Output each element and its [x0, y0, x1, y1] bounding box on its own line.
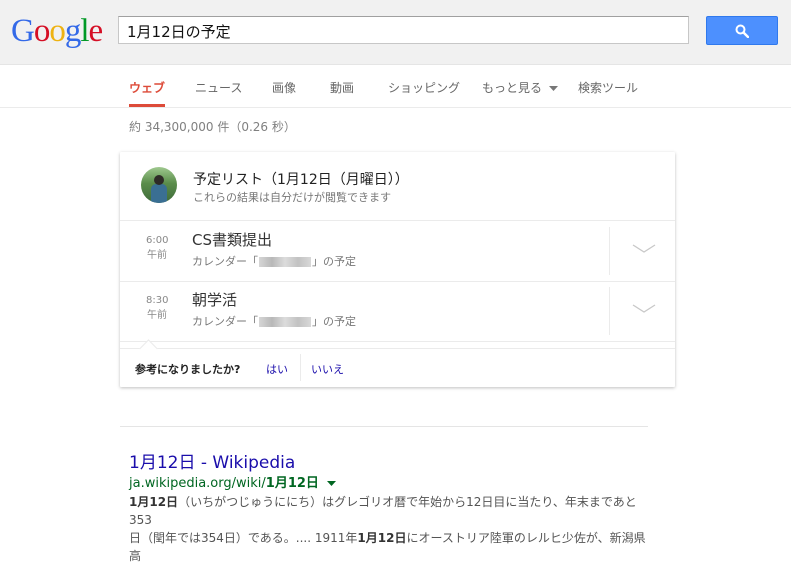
- avatar: [141, 167, 177, 203]
- logo-letter: e: [88, 13, 104, 49]
- redacted-calendar-name: [259, 317, 311, 327]
- tab-shopping[interactable]: ショッピング: [388, 79, 460, 107]
- logo-letter: o: [49, 13, 65, 49]
- result-url-bold: 1月12日: [265, 476, 319, 491]
- result-url-prefix: ja.wikipedia.org/wiki/: [129, 476, 266, 491]
- feedback-notch: [139, 339, 158, 358]
- snippet-line: 日（閏年では354日）である。.... 1911年1月12日にオーストリア陸軍の…: [129, 529, 649, 565]
- result-stats: 約 34,300,000 件（0.26 秒）: [129, 120, 296, 134]
- event-time-value: 6:00: [146, 235, 169, 246]
- event-title[interactable]: 朝学活: [192, 289, 237, 310]
- caret-down-icon: [548, 85, 558, 91]
- top-bar: Google 1月12日の予定: [0, 0, 791, 65]
- feedback-divider: [300, 354, 301, 381]
- event-time-value: 8:30: [146, 295, 169, 306]
- logo-letter: o: [33, 13, 50, 49]
- chevron-down-icon[interactable]: [632, 243, 656, 255]
- search-input[interactable]: 1月12日の予定: [118, 16, 689, 44]
- avatar-body: [151, 184, 167, 203]
- card-header: 予定リスト（1月12日（月曜日）） これらの結果は自分だけが閲覧できます: [120, 152, 675, 221]
- tab-images[interactable]: 画像: [272, 79, 296, 107]
- event-time-period: 午前: [147, 310, 167, 321]
- card-title: 予定リスト（1月12日（月曜日））: [193, 172, 409, 188]
- search-button[interactable]: [706, 16, 778, 45]
- tab-videos[interactable]: 動画: [330, 79, 354, 107]
- logo-letter: g: [64, 13, 81, 49]
- result-title-link[interactable]: 1月12日 - Wikipedia: [129, 448, 295, 473]
- event-calendar-prefix: カレンダー「: [192, 255, 258, 268]
- magnifier-icon: [735, 24, 749, 38]
- event-time: 6:00 午前: [146, 233, 168, 263]
- results-divider: [120, 426, 648, 427]
- feedback-bar: 参考になりましたか? はい いいえ: [120, 339, 675, 388]
- event-time: 8:30 午前: [146, 293, 168, 323]
- logo-letter: G: [11, 13, 35, 49]
- event-row[interactable]: 8:30 午前 朝学活 カレンダー「 」の予定: [120, 281, 675, 342]
- result-snippet: 1月12日（いちがつじゅうににち）はグレゴリオ暦で年始から12日目に当たり、年末…: [129, 493, 649, 565]
- event-calendar-suffix: 」の予定: [312, 255, 356, 268]
- row-divider: [609, 287, 610, 335]
- redacted-calendar-name: [259, 257, 311, 267]
- event-calendar: カレンダー「 」の予定: [192, 313, 356, 329]
- row-divider: [609, 227, 610, 275]
- card-subtitle: これらの結果は自分だけが閲覧できます: [193, 191, 391, 204]
- tab-more-label: もっと見る: [482, 81, 543, 95]
- snippet-bold: 1月12日: [357, 531, 407, 545]
- event-title[interactable]: CS書類提出: [192, 229, 272, 250]
- snippet-bold: 1月12日: [129, 495, 179, 509]
- event-calendar-suffix: 」の予定: [312, 315, 356, 328]
- feedback-question: 参考になりましたか?: [135, 363, 241, 376]
- snippet-text: （いちがつじゅうににち）はグレゴリオ暦で年始から12日目に当たり、年末まであと3…: [129, 495, 637, 527]
- caret-down-icon[interactable]: [327, 480, 337, 487]
- google-logo[interactable]: Google: [11, 13, 104, 49]
- calendar-card: 予定リスト（1月12日（月曜日）） これらの結果は自分だけが閲覧できます 6:0…: [120, 152, 675, 387]
- search-tabs: ウェブ ニュース 画像 動画 ショッピング もっと見る 検索ツール: [0, 65, 791, 108]
- chevron-down-icon[interactable]: [632, 303, 656, 315]
- event-calendar: カレンダー「 」の予定: [192, 253, 356, 269]
- tab-news[interactable]: ニュース: [195, 79, 242, 107]
- tab-more[interactable]: もっと見る: [482, 79, 558, 107]
- tab-search-tools[interactable]: 検索ツール: [578, 79, 638, 107]
- event-calendar-prefix: カレンダー「: [192, 315, 258, 328]
- avatar-head: [154, 175, 164, 185]
- snippet-line: 1月12日（いちがつじゅうににち）はグレゴリオ暦で年始から12日目に当たり、年末…: [129, 493, 649, 529]
- result-url[interactable]: ja.wikipedia.org/wiki/1月12日: [129, 472, 337, 491]
- logo-letter: l: [80, 13, 89, 49]
- event-time-period: 午前: [147, 250, 167, 261]
- feedback-yes-link[interactable]: はい: [266, 361, 288, 377]
- feedback-no-link[interactable]: いいえ: [311, 361, 344, 377]
- snippet-text: 日（閏年では354日）である。.... 1911年: [129, 531, 358, 545]
- event-row[interactable]: 6:00 午前 CS書類提出 カレンダー「 」の予定: [120, 221, 675, 282]
- tab-web[interactable]: ウェブ: [129, 79, 166, 107]
